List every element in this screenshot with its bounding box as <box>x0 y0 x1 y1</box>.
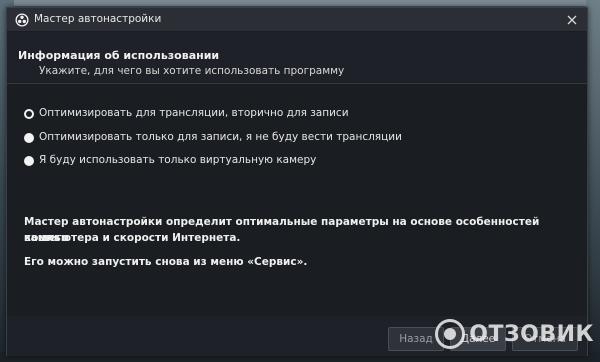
page-subtitle: Укажите, для чего вы хотите использовать… <box>39 65 345 77</box>
info-text-line-3: Его можно запустить снова из меню «Серви… <box>24 256 308 268</box>
option-label: Оптимизировать для трансляции, вторично … <box>39 107 349 119</box>
background-top-edge <box>0 0 600 6</box>
window-title: Мастер автонастройки <box>34 13 162 25</box>
background-right-edge <box>586 0 600 362</box>
cancel-button[interactable]: Отмена <box>512 327 578 351</box>
back-button[interactable]: Назад <box>388 327 444 351</box>
option-label: Я буду использовать только виртуальную к… <box>39 154 317 166</box>
close-icon[interactable] <box>563 11 581 29</box>
radio-button[interactable] <box>24 133 34 143</box>
page-header: Информация об использовании Укажите, для… <box>7 33 587 83</box>
next-button[interactable]: Далее <box>450 327 506 351</box>
info-text-line-2: компьютера и скорости Интернета. <box>24 232 241 244</box>
dialog-footer: Назад Далее Отмена <box>7 316 587 356</box>
title-bar[interactable]: Мастер автонастройки <box>7 8 587 32</box>
auto-config-wizard-dialog: Мастер автонастройки Информация об испол… <box>6 7 588 356</box>
usage-options-panel: Оптимизировать для трансляции, вторично … <box>7 84 587 316</box>
radio-button-checked[interactable] <box>24 109 34 119</box>
page-title: Информация об использовании <box>18 49 220 62</box>
option-label: Оптимизировать только для записи, я не б… <box>39 131 402 143</box>
radio-button[interactable] <box>24 156 34 166</box>
obs-logo-icon <box>15 13 29 27</box>
